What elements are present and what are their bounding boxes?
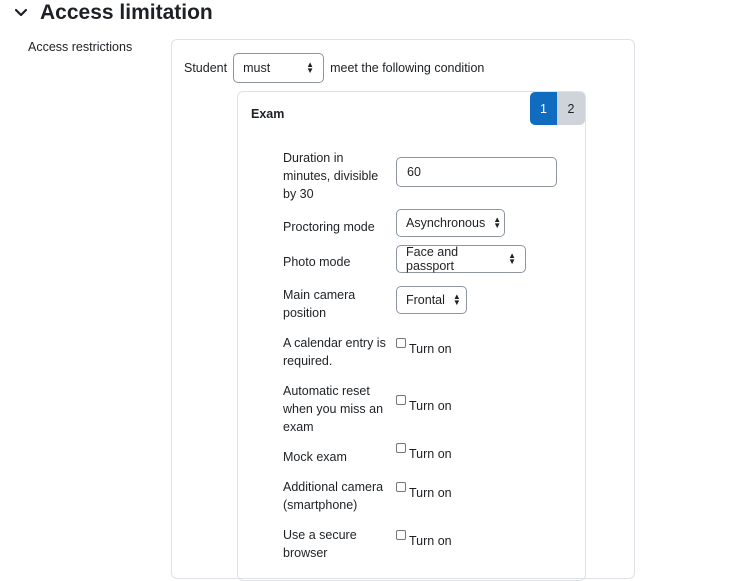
- auto-reset-label: Automatic reset when you miss an exam: [283, 384, 384, 434]
- auto-reset-option: Turn on: [409, 399, 452, 413]
- calendar-entry-toggle[interactable]: Turn on: [396, 338, 452, 356]
- auto-reset-checkbox[interactable]: [396, 395, 406, 405]
- photo-mode-select[interactable]: Face and passport ▲ ▼: [396, 245, 526, 273]
- mock-exam-label: Mock exam: [283, 450, 347, 464]
- calendar-entry-option: Turn on: [409, 342, 452, 356]
- additional-camera-label: Additional camera (smartphone): [283, 480, 384, 512]
- proctoring-label: Proctoring mode: [283, 220, 375, 234]
- condition-mode-select[interactable]: must ▲ ▼: [233, 53, 325, 83]
- duration-label: Duration in minutes, divisible by 30: [283, 151, 379, 201]
- section-title: Access limitation: [40, 1, 213, 24]
- exam-title: Exam: [251, 107, 285, 121]
- condition-suffix: meet the following condition: [330, 61, 485, 75]
- photo-mode-label: Photo mode: [283, 255, 351, 269]
- duration-input[interactable]: 60: [396, 157, 557, 187]
- proctoring-mode-value: Asynchronous: [406, 216, 486, 230]
- section-toggle[interactable]: Access limitation: [14, 0, 213, 26]
- camera-position-select[interactable]: Frontal ▲ ▼: [396, 286, 467, 314]
- secure-browser-toggle[interactable]: Turn on: [396, 530, 452, 548]
- additional-camera-toggle[interactable]: Turn on: [396, 482, 452, 500]
- secure-browser-label: Use a secure browser: [283, 528, 357, 560]
- select-arrows-icon: ▲ ▼: [452, 292, 461, 307]
- select-arrows-icon: ▲ ▼: [306, 60, 315, 75]
- calendar-entry-label: A calendar entry is required.: [283, 336, 386, 368]
- select-arrows-icon: ▲ ▼: [508, 251, 516, 266]
- photo-mode-value: Face and passport: [406, 245, 459, 273]
- page-1-button[interactable]: 1: [530, 92, 557, 125]
- mock-exam-checkbox[interactable]: [396, 443, 406, 453]
- access-restrictions-label: Access restrictions: [28, 40, 133, 54]
- proctoring-mode-select[interactable]: Asynchronous ▲ ▼: [396, 209, 505, 237]
- select-arrows-icon: ▲ ▼: [493, 215, 502, 230]
- page-2-button[interactable]: 2: [557, 92, 585, 125]
- calendar-entry-checkbox[interactable]: [396, 338, 406, 348]
- additional-camera-checkbox[interactable]: [396, 482, 406, 492]
- condition-prefix: Student: [184, 61, 228, 75]
- mock-exam-toggle[interactable]: Turn on: [396, 443, 452, 461]
- mock-exam-option: Turn on: [409, 447, 452, 461]
- camera-position-label: Main camera position: [283, 288, 356, 320]
- chevron-down-icon: [14, 8, 28, 17]
- auto-reset-toggle[interactable]: Turn on: [396, 395, 452, 413]
- secure-browser-checkbox[interactable]: [396, 530, 406, 540]
- camera-position-value: Frontal: [406, 293, 445, 307]
- secure-browser-option: Turn on: [409, 534, 452, 548]
- condition-row: Student must ▲ ▼ meet the following condi…: [184, 53, 484, 83]
- condition-mode-value: must: [243, 61, 271, 75]
- additional-camera-option: Turn on: [409, 486, 452, 500]
